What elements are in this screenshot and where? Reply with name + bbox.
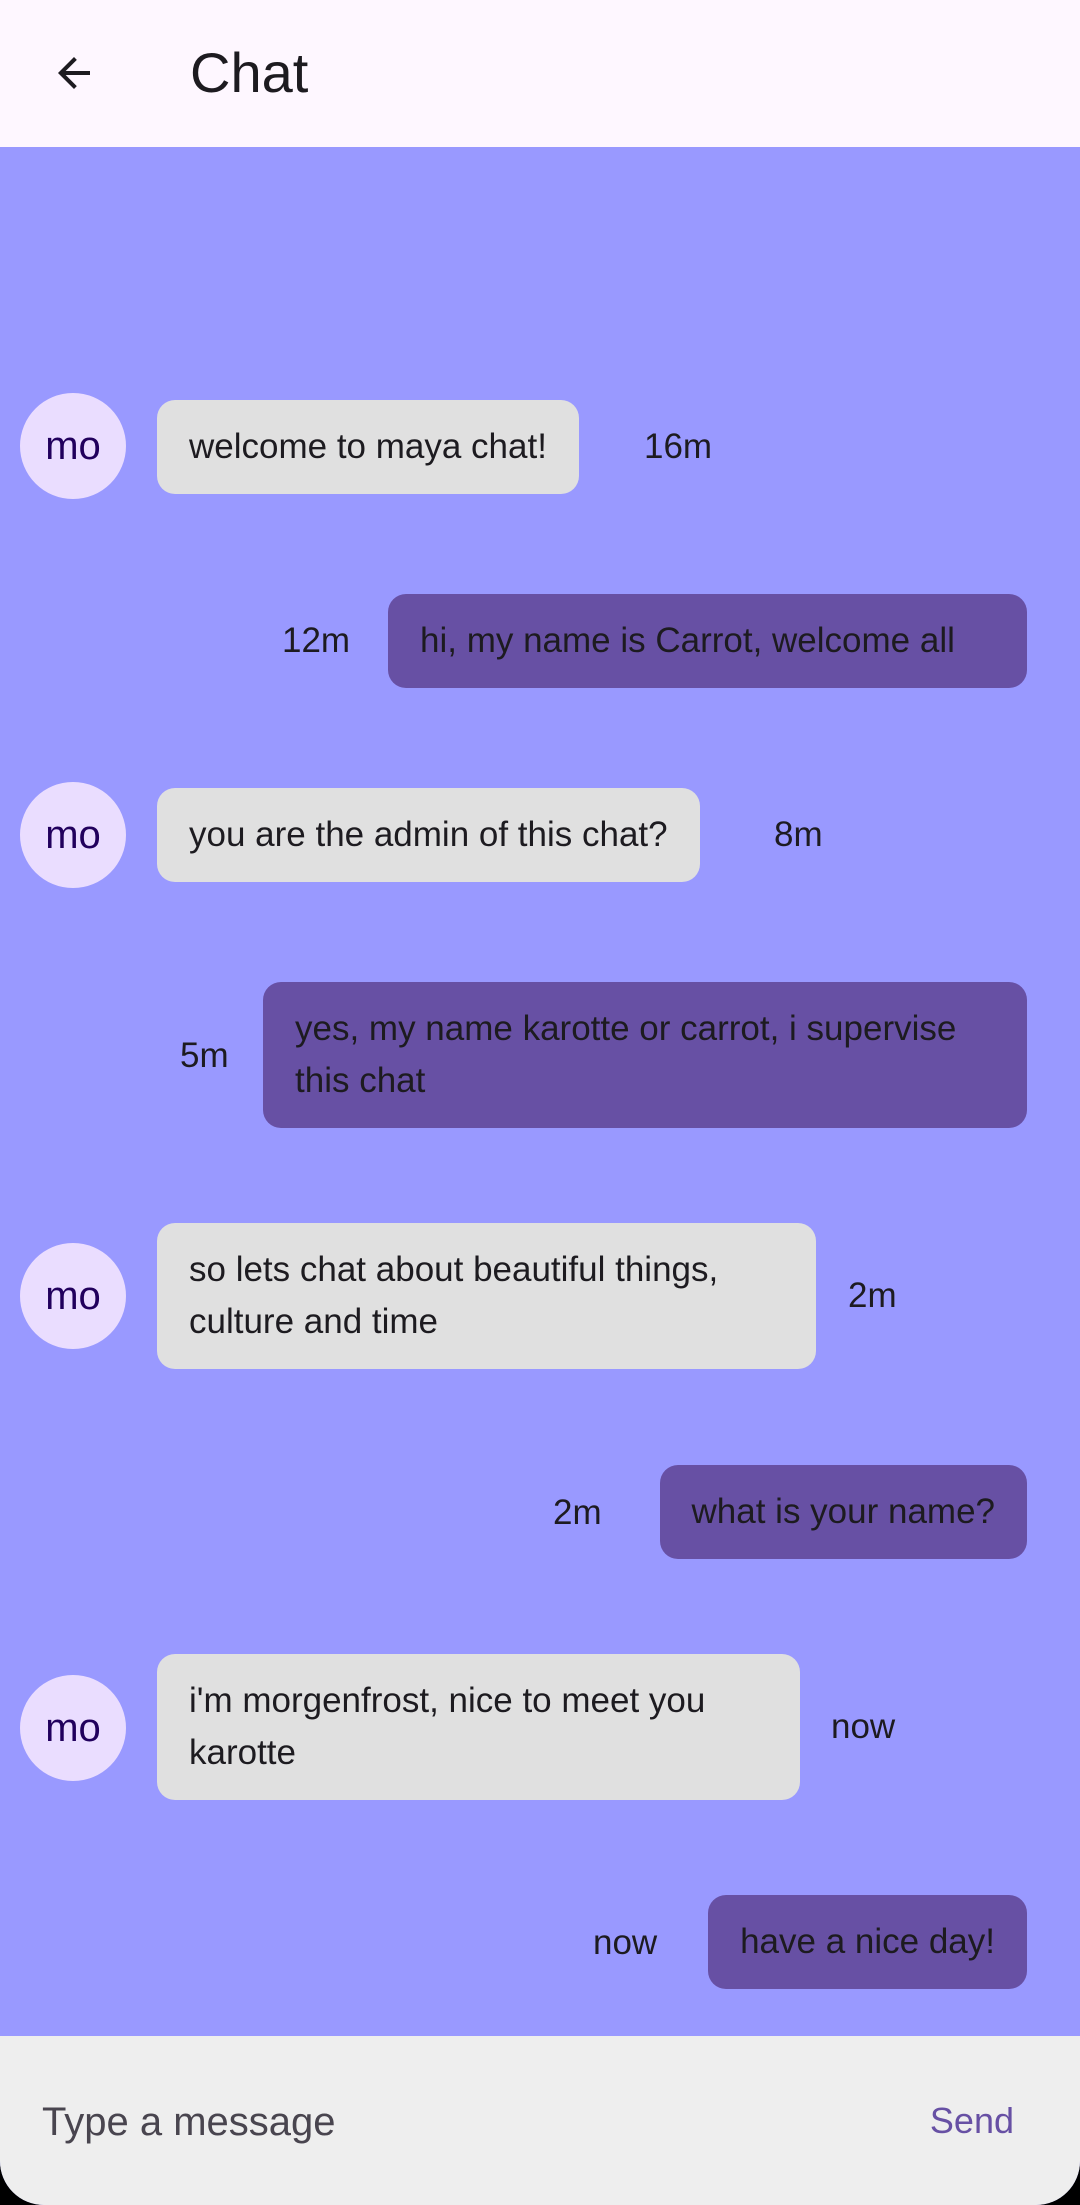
message-input[interactable]	[40, 2086, 844, 2158]
message-time: now	[831, 1707, 896, 1746]
message-text: so lets chat about beautiful things, cul…	[189, 1250, 719, 1341]
app-bar: Chat	[0, 0, 1080, 147]
avatar[interactable]: mo	[20, 1243, 126, 1349]
message-composer: Send	[0, 2036, 1080, 2205]
message-time: now	[593, 1923, 658, 1962]
back-button[interactable]	[40, 34, 108, 112]
message-time: 2m	[553, 1493, 602, 1532]
message-bubble-outgoing[interactable]: have a nice day!	[708, 1895, 1027, 1989]
message-text: yes, my name karotte or carrot, i superv…	[295, 1009, 957, 1100]
message-text: you are the admin of this chat?	[189, 815, 668, 854]
message-bubble-incoming[interactable]: you are the admin of this chat?	[157, 788, 700, 882]
message-bubble-outgoing[interactable]: yes, my name karotte or carrot, i superv…	[263, 982, 1027, 1128]
message-bubble-incoming[interactable]: so lets chat about beautiful things, cul…	[157, 1223, 816, 1369]
chat-screen: Chat mo welcome to maya chat! 16m 12m hi…	[0, 0, 1080, 2205]
avatar[interactable]: mo	[20, 782, 126, 888]
message-time: 8m	[774, 815, 823, 854]
message-bubble-outgoing[interactable]: what is your name?	[659, 1465, 1027, 1559]
avatar[interactable]: mo	[20, 1675, 126, 1781]
message-bubble-incoming[interactable]: i'm morgenfrost, nice to meet you karott…	[157, 1654, 800, 1800]
message-text: i'm morgenfrost, nice to meet you karott…	[189, 1681, 706, 1772]
message-text: have a nice day!	[740, 1922, 995, 1961]
message-text: hi, my name is Carrot, welcome all	[420, 621, 955, 660]
message-bubble-outgoing[interactable]: hi, my name is Carrot, welcome all	[388, 594, 1027, 688]
message-time: 16m	[644, 427, 713, 466]
arrow-back-icon	[58, 57, 90, 89]
message-text: what is your name?	[691, 1492, 995, 1531]
message-bubble-incoming[interactable]: welcome to maya chat!	[157, 400, 579, 494]
page-title: Chat	[190, 41, 309, 104]
message-time: 12m	[282, 621, 351, 660]
avatar[interactable]: mo	[20, 393, 126, 499]
send-button[interactable]: Send	[930, 2096, 1014, 2146]
message-text: welcome to maya chat!	[189, 427, 547, 466]
message-time: 2m	[848, 1276, 897, 1315]
message-time: 5m	[180, 1036, 229, 1075]
